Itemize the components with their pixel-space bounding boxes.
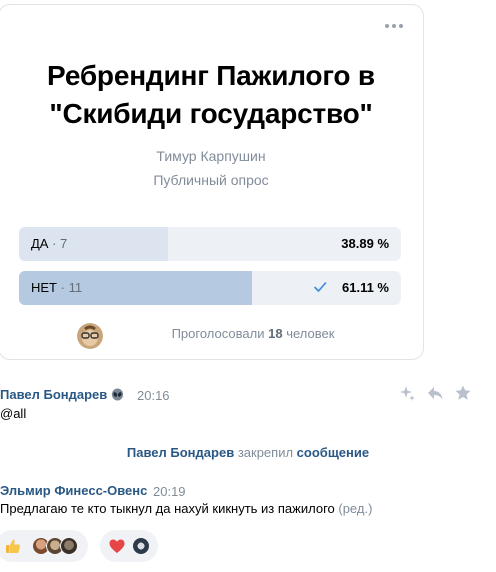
reaction-heart[interactable] xyxy=(100,530,158,562)
edited-label[interactable]: (ред.) xyxy=(338,501,372,516)
poll-answer-yes[interactable]: ДА · 7 38.89 % xyxy=(19,227,401,261)
reactor-avatar xyxy=(60,537,78,555)
star-icon[interactable] xyxy=(454,384,472,402)
poll-card: Ребрендинг Пажилого в "Скибиди государст… xyxy=(0,4,424,360)
message-time[interactable]: 20:19 xyxy=(153,484,186,499)
poll-answer-count: · 11 xyxy=(60,280,83,295)
more-horizontal-icon[interactable] xyxy=(383,19,405,33)
poll-answer-count: · 7 xyxy=(52,236,68,251)
sparkle-icon[interactable] xyxy=(398,384,416,402)
poll-answer-percent: 38.89 % xyxy=(341,236,389,251)
alien-icon xyxy=(111,388,124,401)
reply-icon[interactable] xyxy=(426,384,444,402)
poll-answer-percent: 61.11 % xyxy=(342,280,389,295)
checkmark-icon xyxy=(314,282,327,292)
service-object[interactable]: сообщение xyxy=(297,445,369,460)
thumbs-up-icon xyxy=(6,539,20,553)
poll-answer-label: ДА xyxy=(31,236,49,251)
poll-type: Публичный опрос xyxy=(153,172,269,188)
message-author[interactable]: Эльмир Финесс-Овенс xyxy=(0,483,147,498)
poll-title-line-2: "Скибиди государство" xyxy=(49,98,373,129)
poll-title: Ребрендинг Пажилого в "Скибиди государст… xyxy=(0,57,423,133)
poll-answer-label: НЕТ xyxy=(31,280,57,295)
message-actions xyxy=(398,384,472,402)
message-text: Предлагаю те кто тыкнул да нахуй кикнуть… xyxy=(0,501,373,516)
reaction-thumbs-up[interactable] xyxy=(0,530,88,562)
poll-author[interactable]: Тимур Карпушин xyxy=(0,148,423,164)
reactor-avatar xyxy=(132,537,150,555)
poll-answer-no[interactable]: НЕТ · 11 61.11 % xyxy=(19,271,401,305)
service-actor[interactable]: Павел Бондарев xyxy=(127,445,234,460)
service-message: Павел Бондарев закрепил сообщение xyxy=(126,445,370,460)
message-time[interactable]: 20:16 xyxy=(137,388,170,403)
poll-voters-summary[interactable]: Проголосовали 18 человек xyxy=(0,326,423,341)
heart-icon xyxy=(109,539,125,553)
message-text: @all xyxy=(0,406,27,421)
message-author[interactable]: Павел Бондарев xyxy=(0,387,107,402)
poll-title-line-1: Ребрендинг Пажилого в xyxy=(47,60,375,91)
